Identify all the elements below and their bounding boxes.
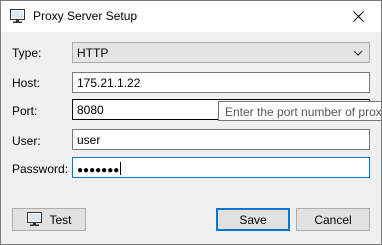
user-value: user — [77, 133, 101, 147]
save-button[interactable]: Save — [216, 208, 290, 231]
password-value: ●●●●●●● — [77, 165, 120, 176]
type-select[interactable]: HTTP — [72, 42, 370, 63]
port-label: Port: — [12, 104, 38, 118]
text-caret — [120, 162, 122, 175]
type-label: Type: — [12, 46, 42, 60]
host-input[interactable]: 175.21.1.22 — [72, 72, 370, 93]
window-title: Proxy Server Setup — [33, 9, 138, 23]
tooltip-text: Enter the port number of prox — [225, 105, 382, 119]
host-value: 175.21.1.22 — [77, 76, 141, 90]
close-button[interactable] — [335, 1, 381, 32]
dialog-body: Type: HTTP Host: 175.21.1.22 Port: 8080 … — [1, 32, 381, 244]
cancel-button-label: Cancel — [314, 212, 352, 227]
close-icon — [352, 11, 364, 22]
test-button-label: Test — [49, 212, 72, 227]
type-selected-value: HTTP — [77, 46, 109, 60]
port-tooltip: Enter the port number of prox — [218, 101, 382, 121]
port-value: 8080 — [77, 103, 104, 117]
chevron-down-icon — [353, 50, 363, 56]
test-button[interactable]: Test — [12, 208, 86, 231]
user-label: User: — [12, 134, 41, 148]
monitor-icon — [27, 212, 43, 226]
proxy-setup-dialog: Proxy Server Setup Type: HTTP Host: 175.… — [0, 0, 382, 245]
title-bar[interactable]: Proxy Server Setup — [1, 1, 381, 32]
password-input[interactable]: ●●●●●●● — [72, 157, 370, 178]
save-button-label: Save — [239, 212, 267, 227]
monitor-icon — [10, 9, 25, 23]
password-label: Password: — [12, 162, 69, 176]
user-input[interactable]: user — [72, 129, 370, 150]
host-label: Host: — [12, 76, 41, 90]
cancel-button[interactable]: Cancel — [296, 208, 370, 231]
